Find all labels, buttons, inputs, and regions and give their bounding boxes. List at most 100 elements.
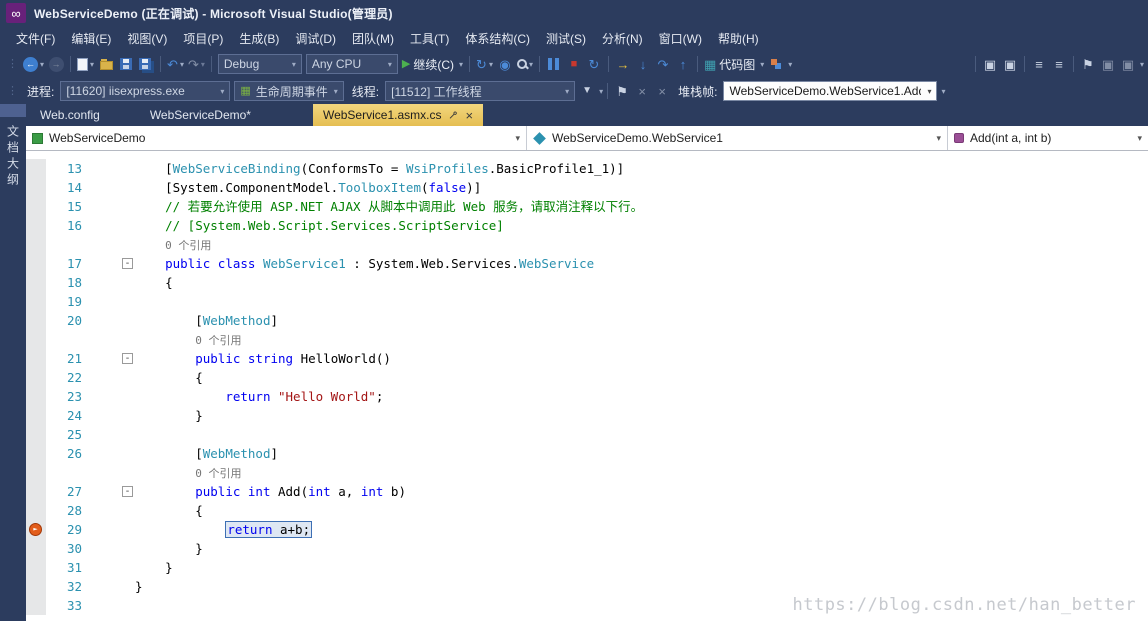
code-text[interactable]: public int Add(int a, int b) [135,482,406,501]
code-line[interactable]: 32} [26,577,1148,596]
quick-find-button[interactable]: ▾ [515,53,535,75]
navigate-forward-button[interactable]: → [46,53,66,75]
step-out-button[interactable]: ↑ [673,53,693,75]
code-text[interactable]: return a+b; [135,520,313,539]
codelens-row[interactable]: 0 个引用 [26,330,1148,349]
continue-button[interactable]: ▶ 继续(C) ▾ [400,53,465,75]
breakpoint-margin[interactable] [26,349,46,368]
codelens-row[interactable]: 0 个引用 [26,235,1148,254]
menu-item[interactable]: 测试(S) [538,27,594,50]
breakpoint-margin[interactable] [26,482,46,501]
menu-item[interactable]: 帮助(H) [710,27,767,50]
type-dropdown[interactable]: WebServiceDemo.WebService1 ▾ [527,126,948,150]
menu-item[interactable]: 窗口(W) [651,27,710,50]
breakpoint-margin[interactable] [26,235,46,254]
menu-item[interactable]: 团队(M) [344,27,402,50]
decrease-indent-button[interactable]: ≡ [1029,53,1049,75]
open-file-button[interactable] [96,53,116,75]
collapse-toggle-icon[interactable]: - [122,353,133,364]
code-line[interactable]: 31 } [26,558,1148,577]
menu-item[interactable]: 工具(T) [402,27,457,50]
save-button[interactable] [116,53,136,75]
code-line[interactable]: 14 [System.ComponentModel.ToolboxItem(fa… [26,178,1148,197]
breakpoint-margin[interactable] [26,444,46,463]
code-text[interactable]: { [135,273,173,292]
code-line[interactable]: 17 - public class WebService1 : System.We… [26,254,1148,273]
code-line[interactable]: 19 [26,292,1148,311]
show-next-statement-button[interactable]: → [613,53,633,75]
code-text[interactable]: [WebMethod] [135,444,278,463]
menu-item[interactable]: 分析(N) [594,27,651,50]
strip-button[interactable] [0,104,26,117]
breakpoint-margin[interactable] [26,501,46,520]
menu-item[interactable]: 体系结构(C) [457,27,538,50]
menu-item[interactable]: 编辑(E) [63,27,119,50]
breakpoint-margin[interactable] [26,463,46,482]
undo-button[interactable]: ↶ ▾ [165,53,186,75]
breakpoint-margin[interactable] [26,178,46,197]
code-line[interactable]: 27 - public int Add(int a, int b) [26,482,1148,501]
breakpoint-margin[interactable]: ► [26,520,46,539]
toggle-bookmark-button[interactable]: ⚑ [1078,53,1098,75]
breakpoint-margin[interactable] [26,273,46,292]
breakpoint-margin[interactable] [26,216,46,235]
code-line[interactable]: 30 } [26,539,1148,558]
solution-configuration-combo[interactable]: Debug ▾ [217,54,302,74]
tab-webservice1-asmx-cs[interactable]: WebService1.asmx.cs ⊸ × [312,104,484,126]
breakpoint-margin[interactable] [26,387,46,406]
code-line[interactable]: 15 // 若要允许使用 ASP.NET AJAX 从脚本中调用此 Web 服务… [26,197,1148,216]
codelens-row[interactable]: 0 个引用 [26,463,1148,482]
code-text[interactable]: } [135,406,203,425]
breakpoint-margin[interactable] [26,311,46,330]
thread-combo[interactable]: [11512] 工作线程 ▾ [385,81,576,101]
toolbar-overflow-icon[interactable]: ▾ [941,87,945,96]
code-text[interactable]: 0 个引用 [135,330,241,349]
document-outline-tab[interactable]: 文档大纲 [5,125,22,189]
breakpoint-margin[interactable] [26,539,46,558]
breakpoint-margin[interactable] [26,368,46,387]
toolbar-grip[interactable]: ⋮ [4,86,21,97]
toolbar-grip[interactable]: ⋮ [4,59,21,70]
save-all-button[interactable] [136,53,156,75]
chevron-down-icon[interactable]: ▾ [599,87,603,96]
code-line[interactable]: 24 } [26,406,1148,425]
code-text[interactable]: public class WebService1 : System.Web.Se… [135,254,594,273]
window-layout-button-2[interactable]: ▣ [1000,53,1020,75]
process-combo[interactable]: [11620] iisexpress.exe ▾ [60,81,231,101]
code-text[interactable]: 0 个引用 [135,463,241,482]
filter-threads-button[interactable]: ▼ [577,80,597,102]
code-line[interactable]: 28 { [26,501,1148,520]
code-text[interactable]: [WebMethod] [135,311,278,330]
code-text[interactable]: return "Hello World"; [135,387,383,406]
breakpoint-margin[interactable] [26,330,46,349]
breakpoint-margin[interactable] [26,425,46,444]
code-text[interactable]: [WebServiceBinding(ConformsTo = WsiProfi… [135,159,624,178]
breakpoint-margin[interactable] [26,159,46,178]
code-line[interactable]: 16 // [System.Web.Script.Services.Script… [26,216,1148,235]
breakpoint-margin[interactable] [26,254,46,273]
breakpoint-margin[interactable] [26,577,46,596]
flag-thread-button[interactable]: ⚑ [612,80,632,102]
breakpoint-margin[interactable] [26,292,46,311]
code-line[interactable]: 18 { [26,273,1148,292]
code-line[interactable]: 13 [WebServiceBinding(ConformsTo = WsiPr… [26,159,1148,178]
breakpoint-margin[interactable] [26,596,46,615]
lifecycle-events-button[interactable]: ▦ 生命周期事件 ▾ [234,81,344,101]
close-icon[interactable]: × [466,109,474,122]
restart-button[interactable]: ↻ [584,53,604,75]
stackframe-combo[interactable]: WebServiceDemo.WebService1.Add ▾ [723,81,938,101]
menu-item[interactable]: 视图(V) [119,27,175,50]
code-editor[interactable]: 13 [WebServiceBinding(ConformsTo = WsiPr… [26,151,1148,621]
code-line[interactable]: ► 29 return a+b; [26,520,1148,539]
step-into-button[interactable]: ↓ [633,53,653,75]
member-dropdown[interactable]: Add(int a, int b) ▾ [948,126,1148,150]
code-text[interactable]: } [135,539,203,558]
code-text[interactable]: } [135,558,173,577]
toolbar-overflow-icon[interactable]: ▾ [1140,60,1144,69]
code-text[interactable]: // 若要允许使用 ASP.NET AJAX 从脚本中调用此 Web 服务，请取… [135,197,643,216]
navigate-back-button[interactable]: ← ▾ [21,53,46,75]
code-line[interactable]: 20 [WebMethod] [26,311,1148,330]
diagnostics-button[interactable] [766,53,786,75]
code-text[interactable]: { [135,501,203,520]
refresh-button[interactable]: ↻ ▾ [474,53,495,75]
